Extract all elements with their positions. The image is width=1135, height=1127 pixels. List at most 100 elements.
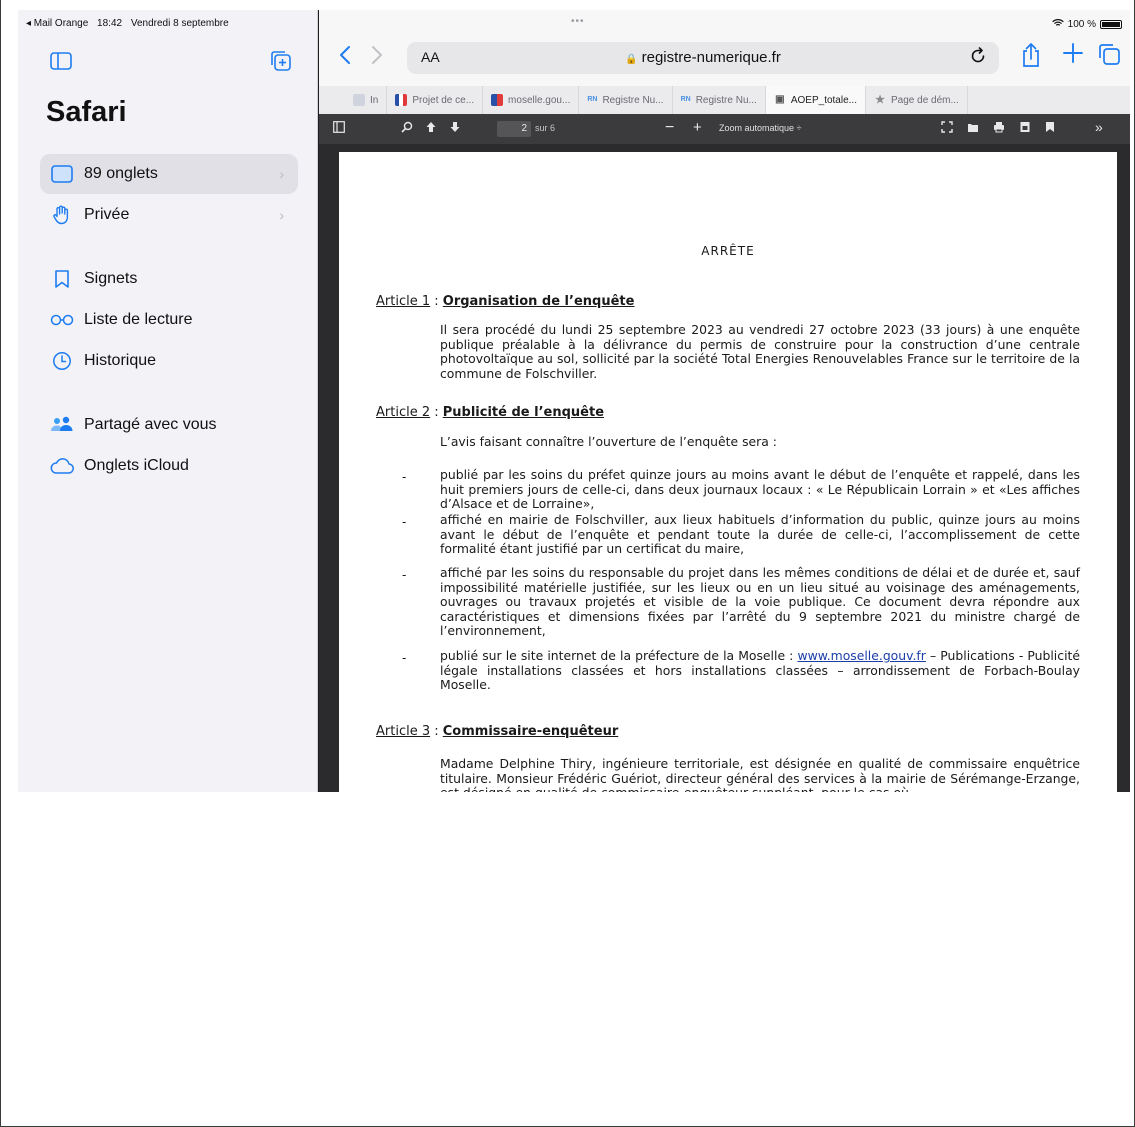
status-bar-right: 100 % bbox=[1052, 18, 1122, 30]
tab-item[interactable]: ★ Page de dém... bbox=[866, 86, 968, 114]
bookmark-page-icon[interactable] bbox=[1045, 121, 1055, 136]
bullet-marker: - bbox=[402, 515, 407, 529]
sidebar-item-private[interactable]: Privée › bbox=[40, 195, 298, 235]
sidebar-toggle-icon[interactable] bbox=[50, 52, 72, 70]
zoom-select[interactable]: Zoom automatique ÷ bbox=[719, 123, 802, 133]
sidebar-item-reading-list[interactable]: Liste de lecture bbox=[40, 300, 298, 340]
sidebar-item-label: Partagé avec vous bbox=[84, 416, 217, 433]
article-number: Article 3 bbox=[376, 724, 431, 739]
favicon-icon: ▣ bbox=[775, 94, 785, 105]
hand-icon bbox=[50, 203, 74, 227]
zoom-value: Zoom automatique bbox=[719, 123, 795, 133]
tab-overview-icon[interactable] bbox=[1097, 42, 1121, 71]
pdf-viewer[interactable]: ARRÊTE Article 1 : Organisation de l’enq… bbox=[319, 144, 1130, 792]
article-number: Article 1 bbox=[376, 294, 431, 309]
status-time: 18:42 bbox=[97, 18, 123, 29]
battery-icon bbox=[1100, 19, 1122, 29]
forward-button[interactable] bbox=[371, 44, 383, 72]
more-tools-icon[interactable]: » bbox=[1095, 119, 1103, 135]
open-file-icon[interactable] bbox=[967, 121, 979, 136]
download-icon[interactable] bbox=[1019, 121, 1031, 136]
next-page-icon[interactable] bbox=[449, 121, 461, 136]
sidebar-item-icloud-tabs[interactable]: Onglets iCloud bbox=[40, 446, 298, 486]
glasses-icon bbox=[50, 308, 74, 332]
browser-toolbar: ••• 100 % AA 🔒 registre-numerique.fr bbox=[319, 10, 1130, 86]
tab-item[interactable]: In bbox=[319, 86, 388, 114]
tab-label: Page de dém... bbox=[891, 94, 959, 106]
favicon-icon bbox=[353, 94, 365, 106]
moselle-link[interactable]: www.moselle.gouv.fr bbox=[797, 648, 925, 663]
sidebar-item-label: 89 onglets bbox=[84, 165, 158, 182]
tab-item[interactable]: moselle.gou... bbox=[483, 86, 580, 114]
status-bar-left: ◂ Mail Orange 18:42 Vendredi 8 septembre bbox=[26, 18, 235, 29]
sidebar-item-label: Historique bbox=[84, 352, 157, 369]
chevron-right-icon: › bbox=[279, 207, 284, 223]
tab-item[interactable]: RN Registre Nu... bbox=[579, 86, 673, 114]
url-display[interactable]: 🔒 registre-numerique.fr bbox=[407, 49, 999, 66]
bullet-marker: - bbox=[402, 470, 407, 484]
pdf-page: ARRÊTE Article 1 : Organisation de l’enq… bbox=[339, 152, 1117, 792]
favicon-icon: RN bbox=[587, 96, 598, 103]
article-3-heading: Article 3 : Commissaire-enquêteur bbox=[376, 724, 618, 739]
article-2-heading: Article 2 : Publicité de l’enquête bbox=[376, 405, 604, 420]
share-icon[interactable] bbox=[1021, 42, 1041, 73]
tab-label: Projet de ce... bbox=[412, 94, 475, 106]
back-to-app-link[interactable]: ◂ Mail Orange bbox=[26, 18, 88, 29]
article-sep: : bbox=[430, 294, 443, 309]
new-tab-group-icon[interactable] bbox=[270, 50, 292, 72]
sidebar-title: Safari bbox=[46, 96, 127, 128]
bullet-text: publié sur le site internet de la préfec… bbox=[440, 648, 798, 663]
sidebar-item-shared-with-you[interactable]: Partagé avec vous bbox=[40, 405, 298, 445]
url-text: registre-numerique.fr bbox=[641, 49, 781, 66]
multitasking-dots[interactable]: ••• bbox=[571, 16, 585, 27]
safari-sidebar: ◂ Mail Orange 18:42 Vendredi 8 septembre… bbox=[18, 10, 318, 792]
pdf-heading: ARRÊTE bbox=[701, 244, 755, 258]
article-1-heading: Article 1 : Organisation de l’enquête bbox=[376, 294, 634, 309]
tab-label: Registre Nu... bbox=[602, 94, 664, 106]
lock-icon: 🔒 bbox=[625, 54, 638, 65]
tabs-icon bbox=[50, 162, 74, 186]
article-1-paragraph: Il sera procédé du lundi 25 septembre 20… bbox=[440, 322, 1080, 381]
article-title: Organisation de l’enquête bbox=[442, 294, 635, 309]
zoom-out-icon[interactable]: − bbox=[665, 119, 674, 137]
article-2-intro: L’avis faisant connaître l’ouverture de … bbox=[440, 434, 777, 449]
address-bar[interactable]: AA 🔒 registre-numerique.fr bbox=[407, 42, 999, 74]
pdf-search-icon[interactable] bbox=[401, 121, 413, 136]
favicon-icon: ★ bbox=[875, 94, 885, 106]
article-number: Article 2 bbox=[376, 405, 431, 420]
tab-label: AOEP_totale... bbox=[790, 94, 857, 106]
pdf-sidebar-toggle-icon[interactable] bbox=[333, 121, 345, 136]
cloud-icon bbox=[50, 454, 74, 478]
sidebar-item-tabs[interactable]: 89 onglets › bbox=[40, 154, 298, 194]
ipad-screen: ◂ Mail Orange 18:42 Vendredi 8 septembre… bbox=[18, 10, 1130, 792]
article-2-bullet: publié par les soins du préfet quinze jo… bbox=[440, 467, 1080, 511]
article-title: Commissaire-enquêteur bbox=[442, 724, 619, 739]
tab-label: moselle.gou... bbox=[508, 94, 571, 106]
zoom-in-icon[interactable]: + bbox=[693, 119, 702, 136]
tab-item[interactable]: RN Registre Nu... bbox=[673, 86, 766, 114]
tab-label: In bbox=[370, 94, 379, 106]
article-title: Publicité de l’enquête bbox=[442, 405, 605, 420]
article-sep: : bbox=[430, 405, 443, 420]
reload-icon[interactable] bbox=[969, 47, 987, 70]
back-button[interactable] bbox=[339, 44, 351, 72]
chevron-right-icon: › bbox=[279, 166, 284, 182]
tab-item[interactable]: Projet de ce... bbox=[387, 86, 484, 114]
new-tab-plus-icon[interactable] bbox=[1062, 40, 1084, 71]
tab-strip: In Projet de ce... moselle.gou... RN Reg… bbox=[319, 86, 1130, 114]
battery-percent: 100 % bbox=[1067, 18, 1096, 30]
page-count: sur 6 bbox=[535, 123, 556, 133]
sidebar-item-history[interactable]: Historique bbox=[40, 341, 298, 381]
sidebar-item-label: Onglets iCloud bbox=[84, 457, 189, 474]
bookmark-icon bbox=[50, 267, 74, 291]
people-icon bbox=[50, 413, 74, 437]
print-icon[interactable] bbox=[993, 121, 1005, 136]
tab-item-active[interactable]: ▣ AOEP_totale... bbox=[765, 86, 866, 114]
presentation-mode-icon[interactable] bbox=[941, 121, 953, 136]
page-number-input[interactable]: 2 bbox=[497, 121, 531, 137]
wifi-icon bbox=[1052, 18, 1064, 30]
sidebar-item-bookmarks[interactable]: Signets bbox=[40, 259, 298, 299]
article-2-bullet: affiché en mairie de Folschviller, aux l… bbox=[440, 512, 1080, 556]
previous-page-icon[interactable] bbox=[425, 121, 437, 136]
favicon-icon bbox=[491, 94, 504, 106]
